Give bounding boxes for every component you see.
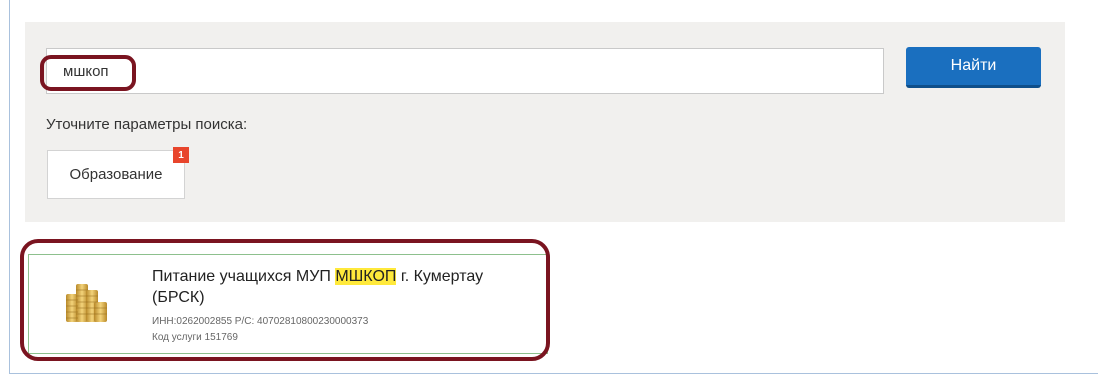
result-service-code: Код услуги 151769 bbox=[152, 332, 238, 343]
result-title: Питание учащихся МУП МШКОП г. Кумертау (… bbox=[152, 266, 532, 308]
result-details: ИНН:0262002855 Р/С: 40702810800230000373… bbox=[152, 314, 368, 346]
category-count-badge: 1 bbox=[173, 147, 189, 163]
find-button[interactable]: Найти bbox=[906, 47, 1041, 88]
refine-label: Уточните параметры поиска: bbox=[46, 116, 248, 133]
category-chip-education[interactable]: Образование bbox=[47, 150, 185, 199]
result-requisites: ИНН:0262002855 Р/С: 40702810800230000373 bbox=[152, 316, 369, 327]
category-chip-label: Образование bbox=[69, 166, 163, 183]
result-title-text: Питание учащихся МУП bbox=[152, 268, 336, 285]
search-input[interactable] bbox=[46, 48, 884, 94]
search-match-highlight: МШКОП bbox=[335, 268, 397, 285]
coins-icon bbox=[66, 284, 107, 322]
